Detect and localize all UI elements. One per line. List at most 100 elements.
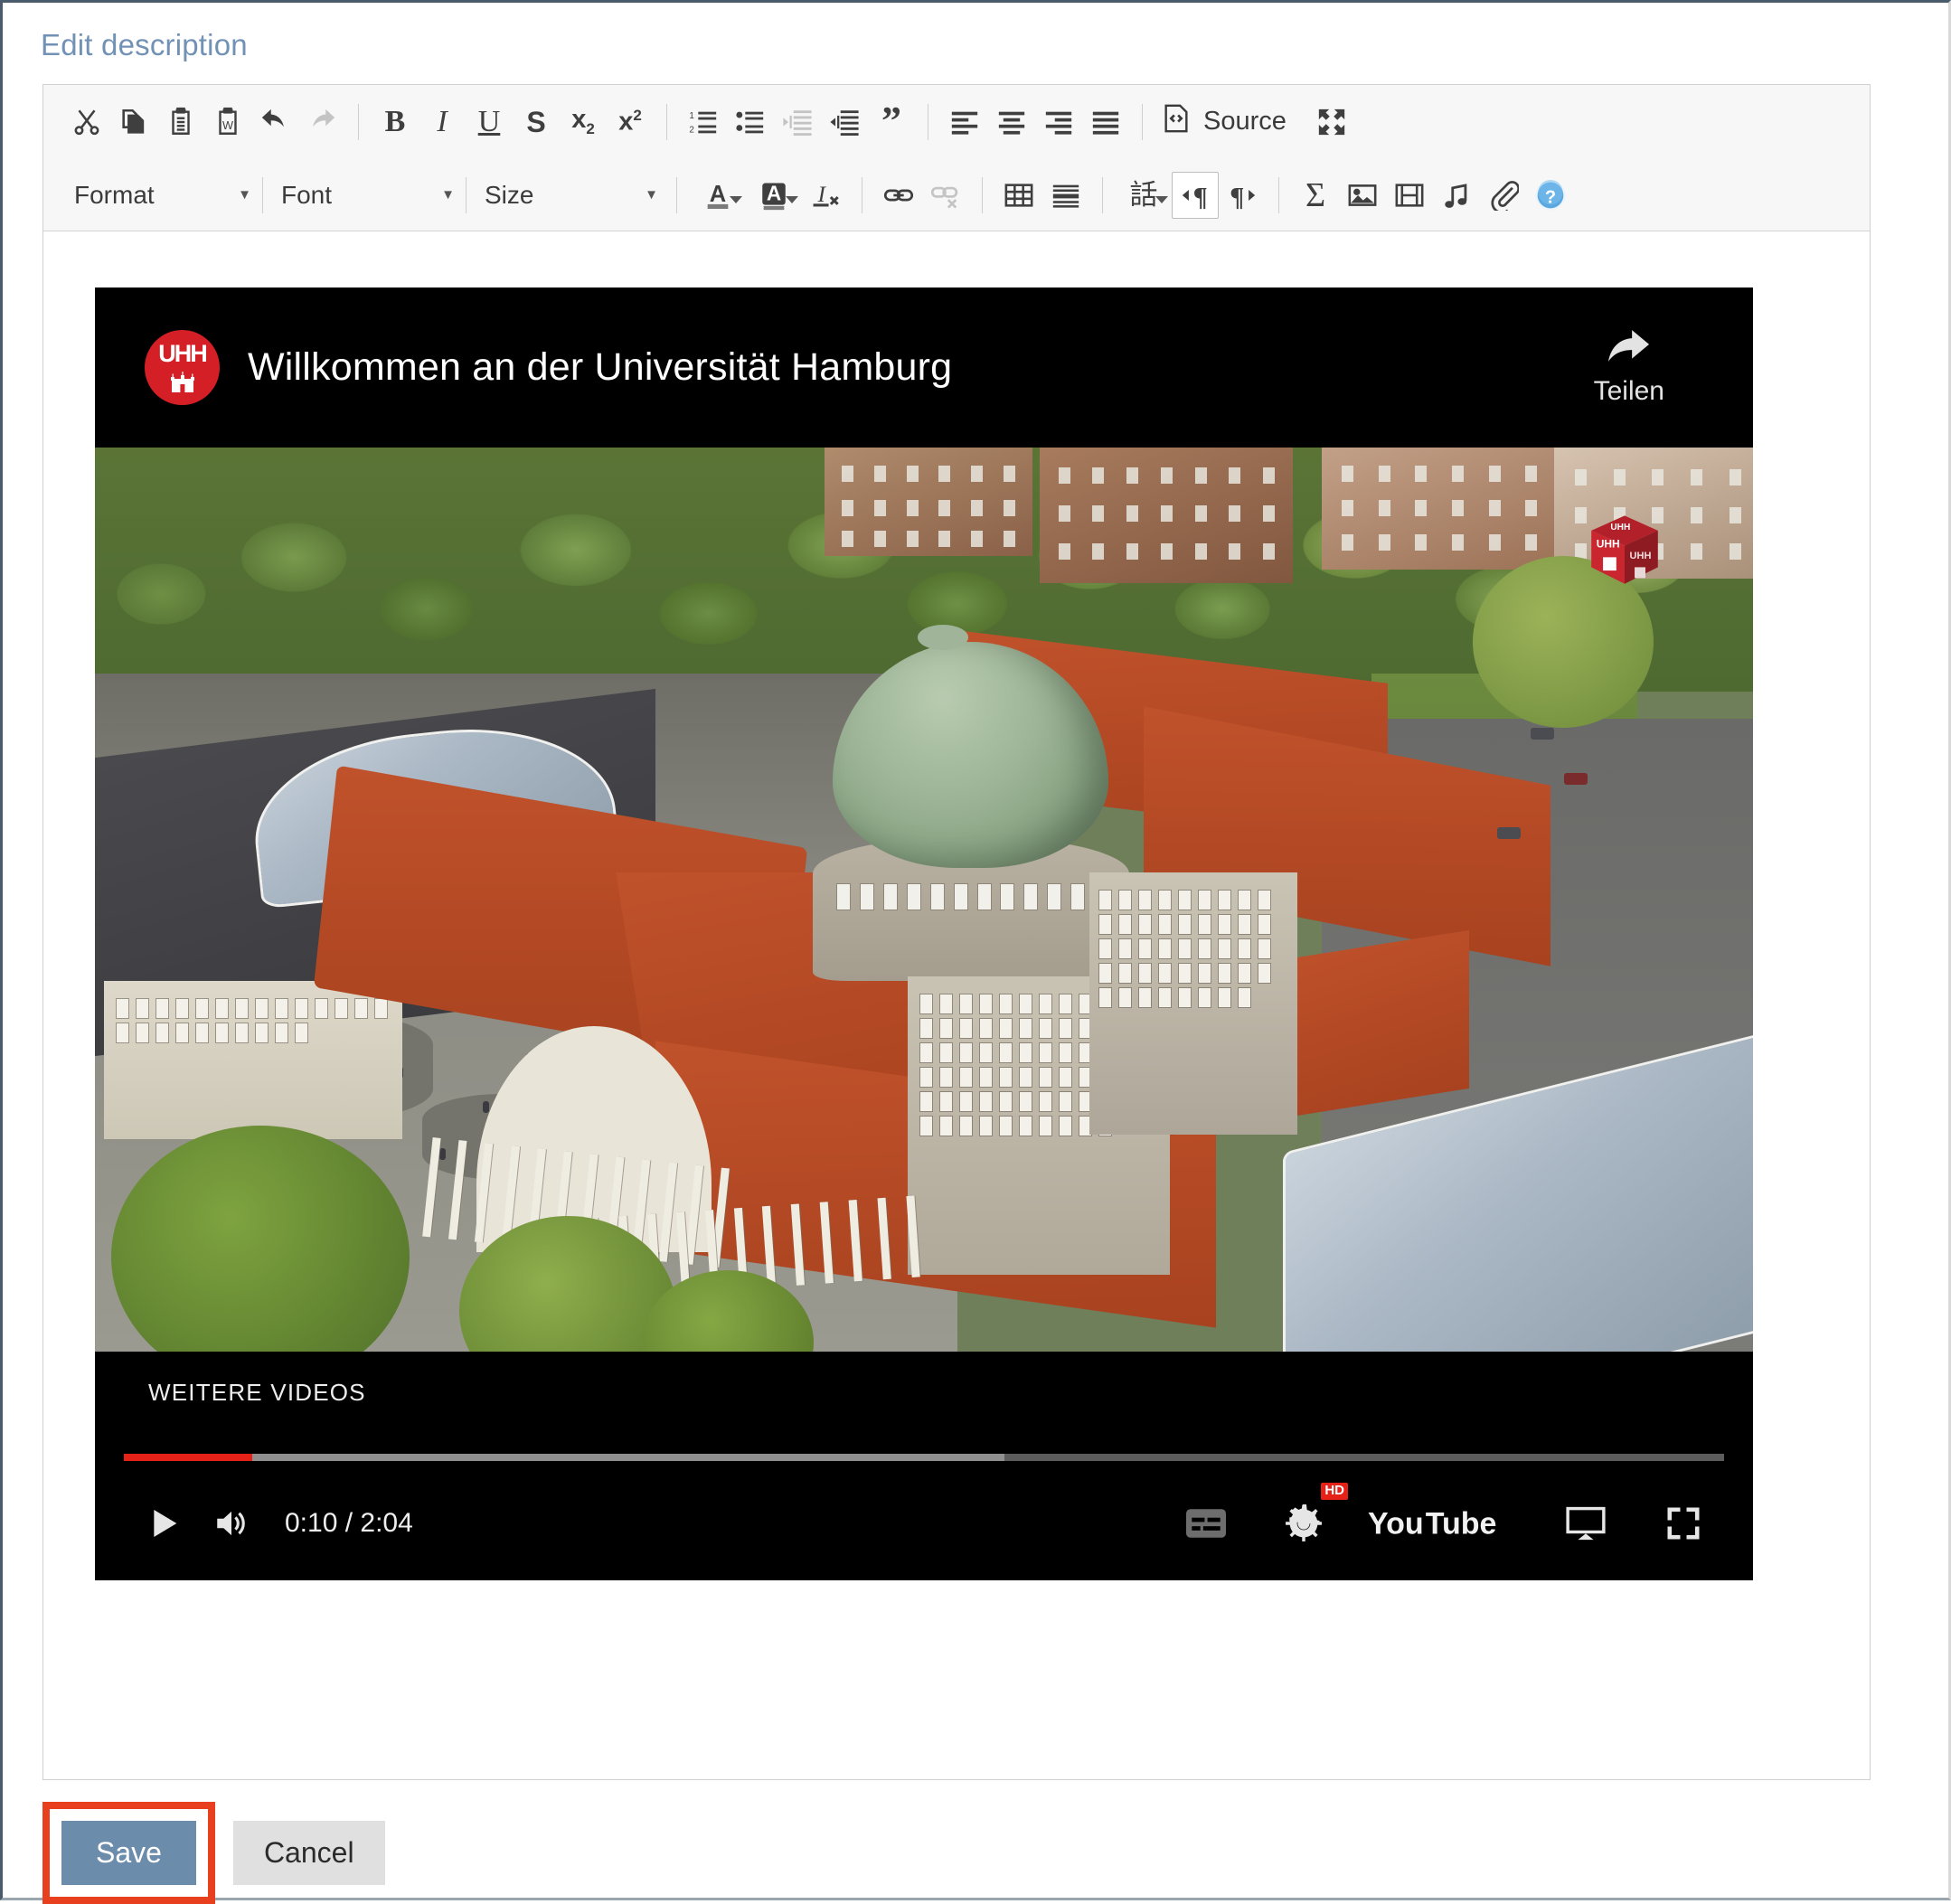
toolbar-divider (1102, 176, 1103, 213)
toolbar-divider (262, 176, 263, 213)
more-videos-label: WEITERE VIDEOS (148, 1379, 366, 1406)
cut-icon[interactable] (63, 99, 110, 146)
language-icon[interactable]: 話 (1116, 172, 1172, 219)
editor-content-area[interactable]: UHH Willkommen an der Universität Hambur… (43, 231, 1870, 1779)
source-button-label: Source (1203, 107, 1287, 136)
player-right-controls: HD You Tube (1142, 1483, 1717, 1551)
image-icon[interactable] (1339, 172, 1386, 219)
subtitles-button[interactable] (1173, 1495, 1239, 1551)
car (1497, 827, 1522, 839)
uhh-castle-icon (169, 369, 196, 397)
background-building (1322, 448, 1558, 570)
svg-text:I: I (817, 181, 827, 207)
bold-icon[interactable]: B (372, 99, 419, 146)
unlink-icon[interactable] (922, 172, 969, 219)
format-dropdown[interactable]: Format ▼ (61, 171, 257, 220)
uhh-cube-watermark: UHH UHH UHH (1583, 509, 1666, 592)
avatar[interactable]: UHH (145, 330, 220, 405)
font-dropdown-label: Font (281, 180, 333, 209)
car (1563, 773, 1588, 785)
chevron-down-icon (730, 195, 742, 203)
undo-icon[interactable] (251, 99, 298, 146)
text-color-icon[interactable]: A (690, 172, 746, 219)
align-right-icon[interactable] (1035, 99, 1082, 146)
toolbar-divider (666, 103, 667, 140)
increase-indent-icon[interactable] (821, 99, 868, 146)
italic-icon[interactable]: I (419, 99, 466, 146)
chevron-down-icon (1155, 195, 1168, 203)
svg-text:Tube: Tube (1426, 1506, 1497, 1541)
background-color-icon[interactable]: A (746, 172, 802, 219)
volume-button[interactable] (198, 1495, 265, 1551)
justify-icon[interactable] (1082, 99, 1129, 146)
help-icon[interactable]: ? (1527, 172, 1574, 219)
settings-button[interactable]: HD (1270, 1483, 1348, 1551)
numbered-list-icon[interactable]: 1 2 (680, 99, 727, 146)
underline-icon[interactable]: U (466, 99, 513, 146)
svg-text:UHH: UHH (1597, 537, 1620, 550)
superscript-icon[interactable]: x2 (607, 99, 654, 146)
quality-badge: HD (1321, 1483, 1348, 1500)
toolbar-divider (982, 176, 983, 213)
dome-window-row (828, 878, 1117, 916)
align-center-icon[interactable] (988, 99, 1035, 146)
embedded-youtube-player[interactable]: UHH Willkommen an der Universität Hambur… (95, 287, 1753, 1580)
cancel-button[interactable]: Cancel (232, 1821, 385, 1885)
attachment-icon[interactable] (1480, 172, 1527, 219)
link-icon[interactable] (875, 172, 922, 219)
subscript-icon[interactable]: x2 (560, 99, 607, 146)
page-title: Edit description (41, 28, 248, 61)
text-direction-rtl-icon[interactable]: ¶ (1219, 172, 1266, 219)
video-title[interactable]: Willkommen an der Universität Hamburg (248, 345, 952, 390)
miniplayer-button[interactable] (1552, 1495, 1619, 1551)
svg-text:UHH: UHH (1610, 523, 1630, 533)
chevron-down-icon: ▼ (645, 187, 658, 203)
youtube-logo[interactable]: You Tube (1368, 1495, 1522, 1551)
chevron-down-icon: ▼ (441, 187, 455, 203)
blockquote-icon[interactable]: ” (868, 99, 915, 146)
svg-text:A: A (767, 181, 781, 204)
play-button[interactable] (131, 1495, 198, 1551)
table-icon[interactable] (995, 172, 1042, 219)
window-grid (117, 999, 388, 1042)
player-bottom-bar: WEITERE VIDEOS 0:10 / 2:04 HD You Tube (95, 1352, 1753, 1580)
size-dropdown-label: Size (485, 180, 534, 209)
svg-text:W: W (222, 118, 233, 131)
math-sigma-icon[interactable]: Σ (1292, 172, 1339, 219)
svg-text:A: A (710, 182, 726, 207)
align-left-icon[interactable] (941, 99, 988, 146)
text-direction-ltr-icon[interactable]: ¶ (1172, 171, 1219, 219)
paste-icon[interactable] (157, 99, 204, 146)
remove-format-icon[interactable]: I (802, 172, 849, 219)
svg-text:You: You (1368, 1506, 1424, 1541)
source-code-icon (1161, 103, 1192, 141)
maximize-icon[interactable] (1308, 99, 1355, 146)
toolbar-divider (676, 176, 677, 213)
paste-from-word-icon[interactable]: W (204, 99, 251, 146)
video-icon[interactable] (1386, 172, 1433, 219)
background-building (824, 448, 1032, 556)
video-still-image[interactable]: UHH UHH UHH (95, 448, 1753, 1352)
editor-toolbar: W B I U S x2 x2 1 2 ” Source Format ▼ Fo… (43, 85, 1870, 231)
channel-badge-text: UHH (158, 340, 207, 367)
time-display: 0:10 / 2:04 (285, 1508, 413, 1538)
strikethrough-icon[interactable]: S (513, 99, 560, 146)
redo-icon[interactable] (298, 99, 345, 146)
bulleted-list-icon[interactable] (727, 99, 774, 146)
save-button[interactable]: Save (61, 1821, 196, 1885)
size-dropdown[interactable]: Size ▼ (472, 171, 664, 220)
toolbar-row-2: Format ▼ Font ▼ Size ▼ A A I 話 ¶ ¶ Σ ? (43, 158, 1870, 231)
copy-icon[interactable] (110, 99, 157, 146)
source-button[interactable]: Source (1155, 99, 1294, 146)
decrease-indent-icon[interactable] (774, 99, 821, 146)
fullscreen-button[interactable] (1650, 1495, 1717, 1551)
progress-bar[interactable] (124, 1454, 1724, 1461)
toolbar-row-1: W B I U S x2 x2 1 2 ” Source (43, 85, 1870, 158)
player-top-bar: UHH Willkommen an der Universität Hambur… (95, 287, 1753, 448)
audio-icon[interactable] (1433, 172, 1480, 219)
window-grid (1099, 891, 1289, 1007)
save-highlight-annotation: Save (42, 1802, 215, 1904)
share-button[interactable]: Teilen (1594, 328, 1664, 407)
font-dropdown[interactable]: Font ▼ (269, 171, 460, 220)
horizontal-rule-icon[interactable] (1042, 172, 1089, 219)
